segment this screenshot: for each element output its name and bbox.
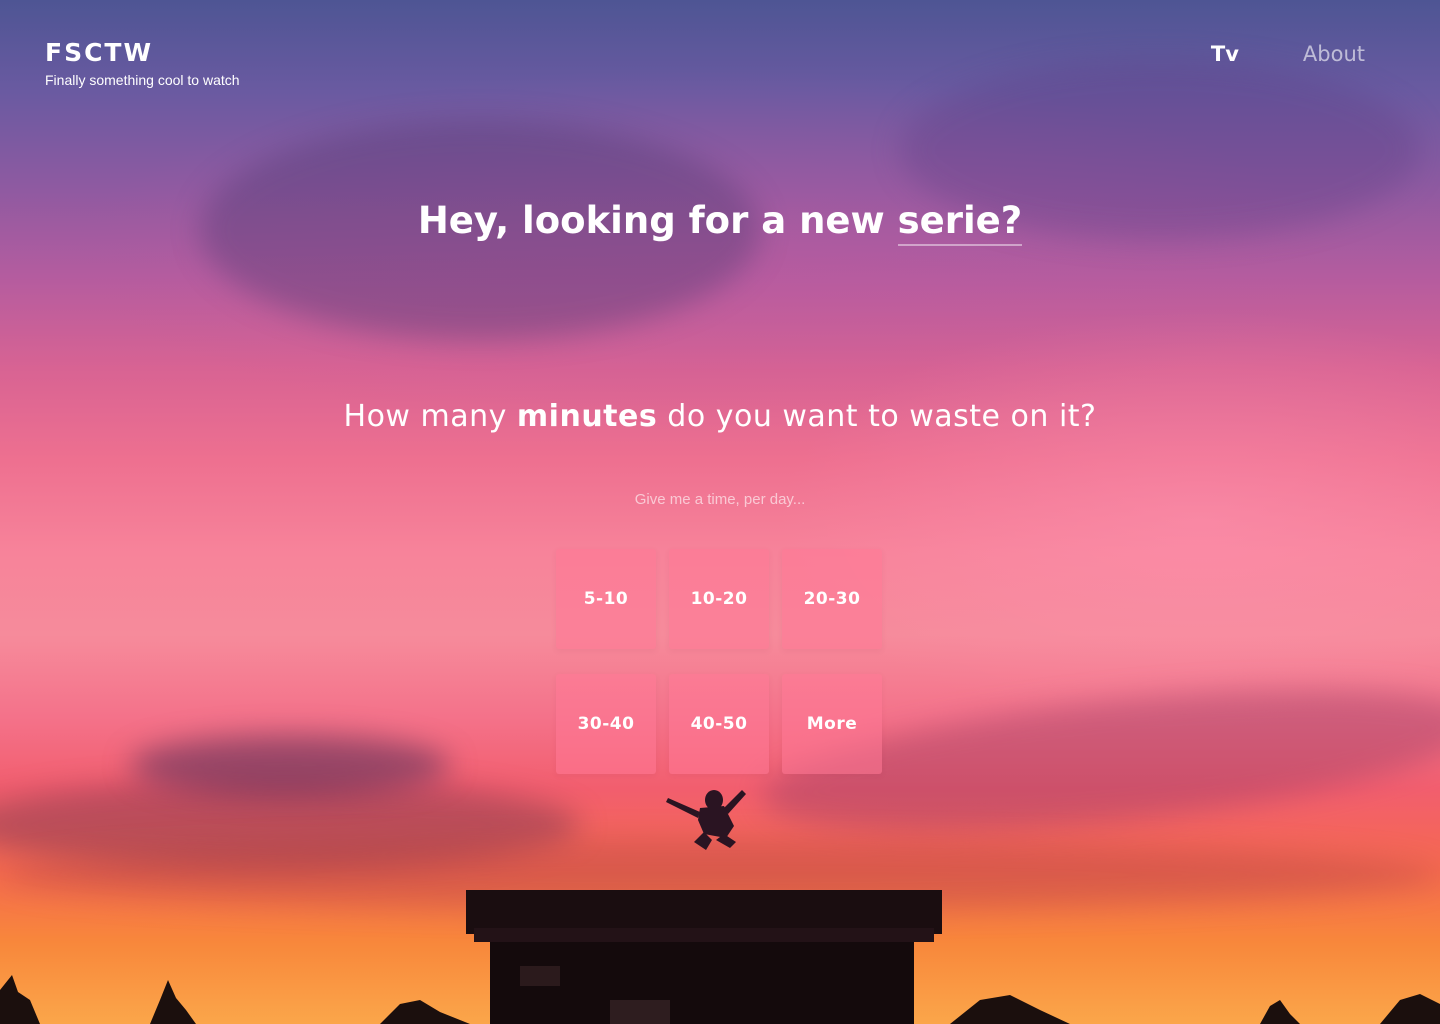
- duration-question: How many minutes do you want to waste on…: [0, 396, 1440, 438]
- headline-highlight: serie?: [897, 198, 1023, 246]
- duration-option-5-10[interactable]: 5-10: [556, 549, 656, 649]
- page-headline: Hey, looking for a new serie?: [0, 196, 1440, 246]
- nav-link-tv[interactable]: Tv: [1211, 40, 1239, 68]
- duration-hint: Give me a time, per day...: [634, 491, 806, 508]
- duration-option-20-30[interactable]: 20-30: [782, 549, 882, 649]
- hero-overlay: FSCTW Finally something cool to watch Tv…: [0, 0, 1440, 1024]
- nav-link-about[interactable]: About: [1303, 40, 1365, 68]
- page-background: FSCTW Finally something cool to watch Tv…: [0, 0, 1440, 1024]
- question-suffix: do you want to waste on it?: [657, 399, 1097, 434]
- duration-option-40-50[interactable]: 40-50: [669, 674, 769, 774]
- top-navigation: Tv About: [1211, 40, 1365, 68]
- question-emphasis: minutes: [516, 399, 658, 434]
- brand-tagline: Finally something cool to watch: [45, 72, 240, 88]
- brand: FSCTW Finally something cool to watch: [45, 36, 240, 89]
- brand-logo[interactable]: FSCTW: [45, 36, 240, 70]
- headline-prefix: Hey, looking for a new: [417, 199, 898, 242]
- duration-options: 5-10 10-20 20-30 30-40 40-50 More: [556, 549, 884, 774]
- duration-option-more[interactable]: More: [782, 674, 882, 774]
- duration-option-30-40[interactable]: 30-40: [556, 674, 656, 774]
- question-prefix: How many: [343, 399, 517, 434]
- duration-option-10-20[interactable]: 10-20: [669, 549, 769, 649]
